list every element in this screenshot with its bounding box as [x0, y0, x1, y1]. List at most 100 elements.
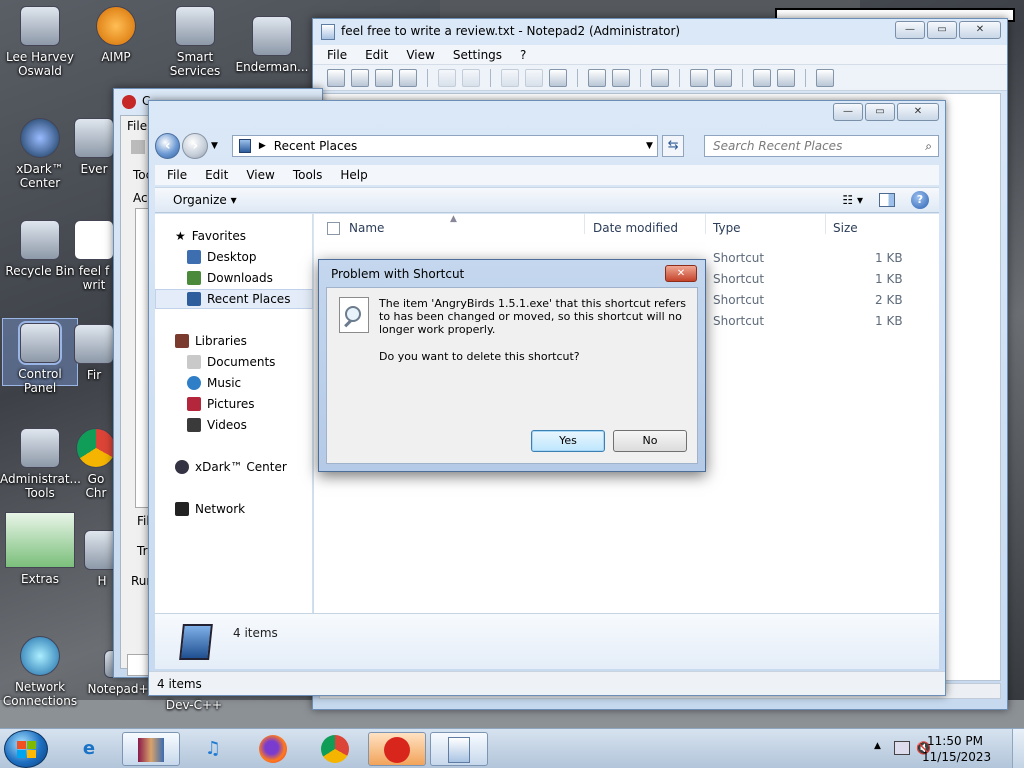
menu-file[interactable]: File	[327, 45, 347, 64]
nav-pictures[interactable]: Pictures	[155, 394, 313, 414]
replace-icon[interactable]	[612, 68, 630, 87]
taskbar-internet-explorer[interactable]: e	[60, 732, 118, 766]
minimize-button[interactable]: —	[833, 103, 863, 121]
back-button[interactable]: ‹	[155, 133, 181, 159]
desktop-icon-enderman[interactable]: Enderman...	[232, 16, 312, 74]
organize-button[interactable]: Organize ▾	[173, 193, 237, 207]
desktop-icon-dev-cpp[interactable]: Dev-C++	[154, 698, 234, 712]
desktop-icon-control-panel[interactable]: Control Panel	[2, 318, 78, 395]
zoom-out-icon[interactable]	[714, 68, 732, 87]
wordwrap-icon[interactable]	[651, 68, 669, 87]
show-hidden-icons[interactable]: ▲	[874, 741, 881, 751]
desktop-icon-fir[interactable]: Fir	[72, 324, 116, 382]
nav-xdark-center[interactable]: xDark™ Center	[155, 457, 313, 477]
new-file-icon[interactable]	[327, 68, 345, 87]
nav-documents[interactable]: Documents	[155, 352, 313, 372]
menu-file[interactable]: File	[167, 165, 187, 185]
column-name[interactable]: Name	[349, 214, 384, 242]
minimize-button[interactable]: —	[895, 21, 925, 39]
preview-pane-icon[interactable]	[879, 193, 895, 207]
column-size[interactable]: Size	[833, 214, 858, 242]
menu-edit[interactable]: Edit	[365, 45, 388, 64]
zoom-in-icon[interactable]	[690, 68, 708, 87]
star-icon: ★	[175, 229, 186, 243]
nav-desktop[interactable]: Desktop	[155, 247, 313, 267]
desktop-icon-smart-services[interactable]: Smart Services	[155, 6, 235, 78]
close-button[interactable]: ✕	[897, 103, 939, 121]
background-app-menu-file[interactable]: File	[127, 119, 147, 133]
taskbar-winrar[interactable]	[122, 732, 180, 766]
menu-help[interactable]: Help	[340, 165, 367, 185]
nav-music[interactable]: Music	[155, 373, 313, 393]
cut-icon[interactable]	[501, 68, 519, 87]
nav-libraries[interactable]: Libraries	[155, 331, 313, 351]
copy-icon[interactable]	[525, 68, 543, 87]
desktop-icon-xdark-center[interactable]: xDark™ Center	[0, 118, 80, 190]
nav-favorites[interactable]: ★ Favorites	[155, 226, 313, 246]
undo-icon[interactable]	[438, 68, 456, 87]
menu-view[interactable]: View	[406, 45, 434, 64]
address-bar[interactable]: ▶ Recent Places ▼	[231, 135, 659, 157]
scheme-icon[interactable]	[753, 68, 771, 87]
refresh-button[interactable]: ⇆	[662, 135, 685, 157]
column-separator[interactable]	[825, 214, 826, 234]
network-tray-icon[interactable]	[894, 741, 910, 755]
find-icon[interactable]	[588, 68, 606, 87]
person-icon	[20, 6, 60, 46]
forward-button[interactable]: ›	[182, 133, 208, 159]
view-options-icon[interactable]: ☷ ▾	[842, 193, 863, 207]
nav-network[interactable]: Network	[155, 499, 313, 519]
customize-icon[interactable]	[777, 68, 795, 87]
desktop-icon-aimp[interactable]: AIMP	[76, 6, 156, 64]
dialog-close-button[interactable]: ✕	[665, 265, 697, 282]
desktop-icon-recycle-bin[interactable]: Recycle Bin	[0, 220, 80, 278]
close-button[interactable]: ✕	[959, 21, 1001, 39]
address-dropdown-icon[interactable]: ▼	[641, 141, 657, 151]
desktop-icon-extras[interactable]: Extras	[0, 512, 80, 586]
column-separator[interactable]	[705, 214, 706, 234]
menu-tools[interactable]: Tools	[293, 165, 323, 185]
desktop-icon-lee-harvey-oswald[interactable]: Lee Harvey Oswald	[0, 6, 80, 78]
menu-help[interactable]: ?	[520, 45, 526, 64]
breadcrumb-recent-places[interactable]: Recent Places	[274, 139, 357, 153]
column-type[interactable]: Type	[713, 214, 741, 242]
problem-with-shortcut-dialog[interactable]: Problem with Shortcut ✕ The item 'AngryB…	[318, 259, 706, 472]
nav-xdark-label: xDark™ Center	[195, 460, 287, 474]
desktop-icon-google-chrome[interactable]: Go Chr	[76, 428, 116, 500]
clock[interactable]: 11:50 PM 11/15/2023	[922, 733, 991, 765]
column-separator[interactable]	[584, 214, 585, 234]
maximize-button[interactable]: ▭	[927, 21, 957, 39]
recent-places-icon	[187, 292, 201, 306]
taskbar-notepad2[interactable]	[430, 732, 488, 766]
taskbar-chrome[interactable]	[306, 732, 364, 766]
help-icon[interactable]: ?	[911, 191, 929, 209]
desktop-icon-ever[interactable]: Ever	[72, 118, 116, 176]
select-all-checkbox[interactable]	[327, 222, 340, 235]
save-icon[interactable]	[399, 68, 417, 87]
start-button[interactable]	[4, 730, 48, 768]
menu-edit[interactable]: Edit	[205, 165, 228, 185]
exit-icon[interactable]	[816, 68, 834, 87]
taskbar-firefox[interactable]	[244, 732, 302, 766]
maximize-button[interactable]: ▭	[865, 103, 895, 121]
nav-downloads[interactable]: Downloads	[155, 268, 313, 288]
taskbar-music-player[interactable]: ♫	[184, 732, 242, 766]
open-folder-icon[interactable]	[351, 68, 369, 87]
desktop-icon-network-connections[interactable]: Network Connections	[0, 636, 80, 708]
nav-videos[interactable]: Videos	[155, 415, 313, 435]
browse-icon[interactable]	[375, 68, 393, 87]
show-desktop-button[interactable]	[1012, 729, 1024, 768]
nav-recent-places[interactable]: Recent Places	[155, 289, 313, 309]
history-dropdown-icon[interactable]: ▼	[211, 141, 218, 151]
yes-button[interactable]: Yes	[531, 430, 605, 452]
menu-view[interactable]: View	[246, 165, 274, 185]
menu-settings[interactable]: Settings	[453, 45, 502, 64]
desktop-icon-feel-free[interactable]: feel f writ	[72, 220, 116, 292]
paste-icon[interactable]	[549, 68, 567, 87]
column-date-modified[interactable]: Date modified	[593, 214, 678, 242]
desktop-icon-administrative-tools[interactable]: Administrat... Tools	[0, 428, 81, 500]
redo-icon[interactable]	[462, 68, 480, 87]
no-button[interactable]: No	[613, 430, 687, 452]
search-input[interactable]: Search Recent Places ⌕	[704, 135, 939, 157]
taskbar-red-app[interactable]	[368, 732, 426, 766]
